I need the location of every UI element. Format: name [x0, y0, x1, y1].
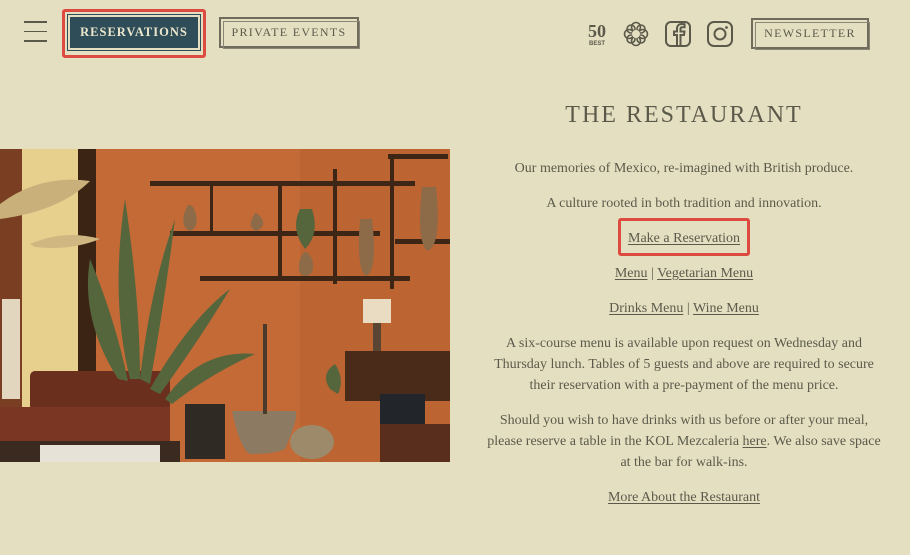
award-badge-icon[interactable]: 50 BEST: [583, 18, 611, 50]
reservations-button[interactable]: RESERVATIONS: [67, 14, 201, 51]
site-header: RESERVATIONS PRIVATE EVENTS 50 BEST NEWS…: [0, 0, 910, 70]
make-reservation-row: Make a Reservation: [470, 228, 898, 249]
intro-text-1: Our memories of Mexico, re-imagined with…: [514, 161, 854, 176]
restaurant-photo: [0, 149, 450, 462]
intro-text-2: A culture rooted in both tradition and i…: [546, 196, 822, 211]
link-separator: |: [686, 301, 690, 316]
six-course-info: A six-course menu is available upon requ…: [494, 336, 874, 393]
more-about-link[interactable]: More About the Restaurant: [608, 490, 760, 505]
instagram-icon[interactable]: [706, 18, 734, 50]
wine-menu-link[interactable]: Wine Menu: [693, 301, 759, 316]
award-badge-number: 50: [588, 21, 606, 41]
menu-link[interactable]: Menu: [615, 266, 648, 281]
more-about-row: More About the Restaurant: [470, 487, 898, 508]
mezcaleria-here-link[interactable]: here: [743, 434, 767, 449]
drinks-info: Should you wish to have drinks with us b…: [484, 410, 884, 473]
private-events-button[interactable]: PRIVATE EVENTS: [219, 17, 360, 49]
newsletter-button[interactable]: NEWSLETTER: [751, 18, 870, 50]
menu-links-row: Menu | Vegetarian Menu: [470, 263, 898, 284]
link-separator: |: [651, 266, 654, 281]
drinks-menu-link[interactable]: Drinks Menu: [609, 301, 683, 316]
vegetarian-menu-link[interactable]: Vegetarian Menu: [657, 266, 753, 281]
make-reservation-link[interactable]: Make a Reservation: [628, 231, 740, 246]
menu-icon[interactable]: [24, 21, 47, 45]
drinks-links-row: Drinks Menu | Wine Menu: [470, 298, 898, 319]
facebook-icon[interactable]: [664, 18, 692, 50]
michelin-flower-icon[interactable]: [622, 18, 650, 50]
award-badge-text: BEST: [589, 41, 605, 47]
section-title: THE RESTAURANT: [565, 102, 803, 128]
